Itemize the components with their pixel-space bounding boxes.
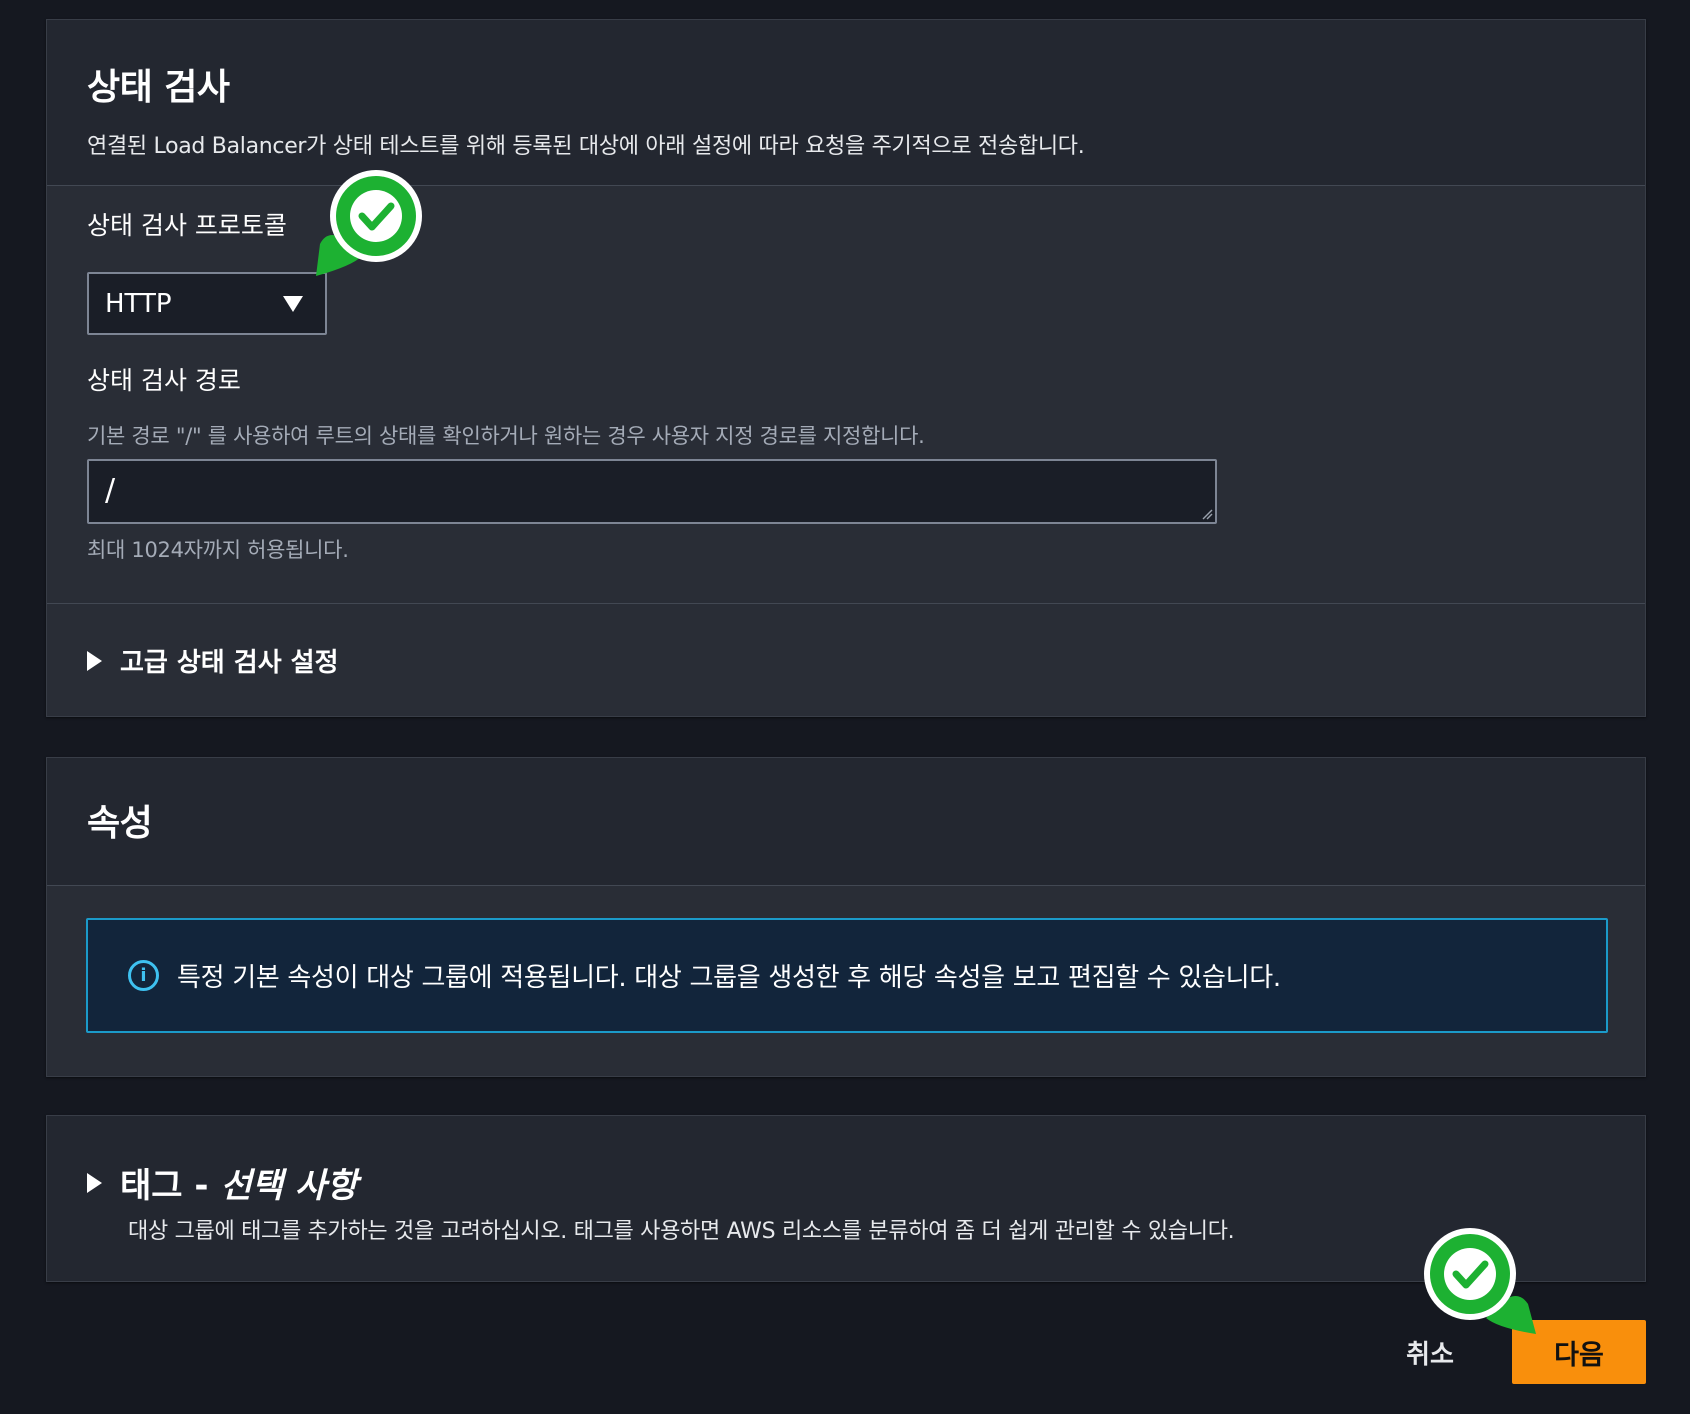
- health-check-header: 상태 검사 연결된 Load Balancer가 상태 테스트를 위해 등록된 …: [47, 20, 1645, 186]
- info-alert-text: 특정 기본 속성이 대상 그룹에 적용됩니다. 대상 그룹을 생성한 후 해당 …: [177, 963, 1281, 993]
- attributes-header: 속성: [47, 758, 1645, 886]
- caret-right-icon: [87, 1172, 102, 1193]
- info-alert: i 특정 기본 속성이 대상 그룹에 적용됩니다. 대상 그룹을 생성한 후 해…: [86, 918, 1608, 1033]
- tags-description: 대상 그룹에 태그를 추가하는 것을 고려하십시오. 태그를 사용하면 AWS …: [128, 1219, 1235, 1244]
- advanced-settings-toggle[interactable]: 고급 상태 검사 설정: [87, 642, 339, 679]
- protocol-selected-value: HTTP: [105, 288, 172, 319]
- health-check-title: 상태 검사: [87, 67, 230, 108]
- health-check-panel: 상태 검사 연결된 Load Balancer가 상태 테스트를 위해 등록된 …: [46, 19, 1646, 717]
- info-icon: i: [128, 960, 159, 991]
- tags-optional-label: 선택 사항: [220, 1166, 358, 1206]
- attributes-title: 속성: [87, 803, 153, 844]
- tags-title: 태그 -: [120, 1166, 209, 1206]
- divider: [47, 603, 1645, 604]
- protocol-select[interactable]: HTTP: [87, 272, 327, 335]
- health-check-description: 연결된 Load Balancer가 상태 테스트를 위해 등록된 대상에 아래…: [87, 134, 1085, 159]
- path-description: 기본 경로 "/" 를 사용하여 루트의 상태를 확인하거나 원하는 경우 사용…: [87, 424, 925, 448]
- checkmark-pin-icon: [316, 170, 422, 276]
- path-input-value: /: [105, 473, 116, 508]
- checkmark-pin-icon: [1424, 1228, 1536, 1334]
- path-input[interactable]: /: [87, 459, 1217, 524]
- path-label: 상태 검사 경로: [87, 366, 241, 395]
- resize-grip-icon[interactable]: [1201, 508, 1213, 520]
- caret-right-icon: [87, 650, 102, 671]
- advanced-settings-label: 고급 상태 검사 설정: [120, 648, 339, 678]
- protocol-label: 상태 검사 프로토콜: [87, 211, 287, 240]
- path-hint: 최대 1024자까지 허용됩니다.: [87, 538, 349, 562]
- tags-panel: 태그 - 선택 사항 대상 그룹에 태그를 추가하는 것을 고려하십시오. 태그…: [46, 1115, 1646, 1282]
- attributes-panel: 속성 i 특정 기본 속성이 대상 그룹에 적용됩니다. 대상 그룹을 생성한 …: [46, 757, 1646, 1077]
- tags-toggle[interactable]: 태그 - 선택 사항: [87, 1158, 357, 1207]
- page: 상태 검사 연결된 Load Balancer가 상태 테스트를 위해 등록된 …: [0, 0, 1690, 1414]
- caret-down-icon: [283, 296, 303, 312]
